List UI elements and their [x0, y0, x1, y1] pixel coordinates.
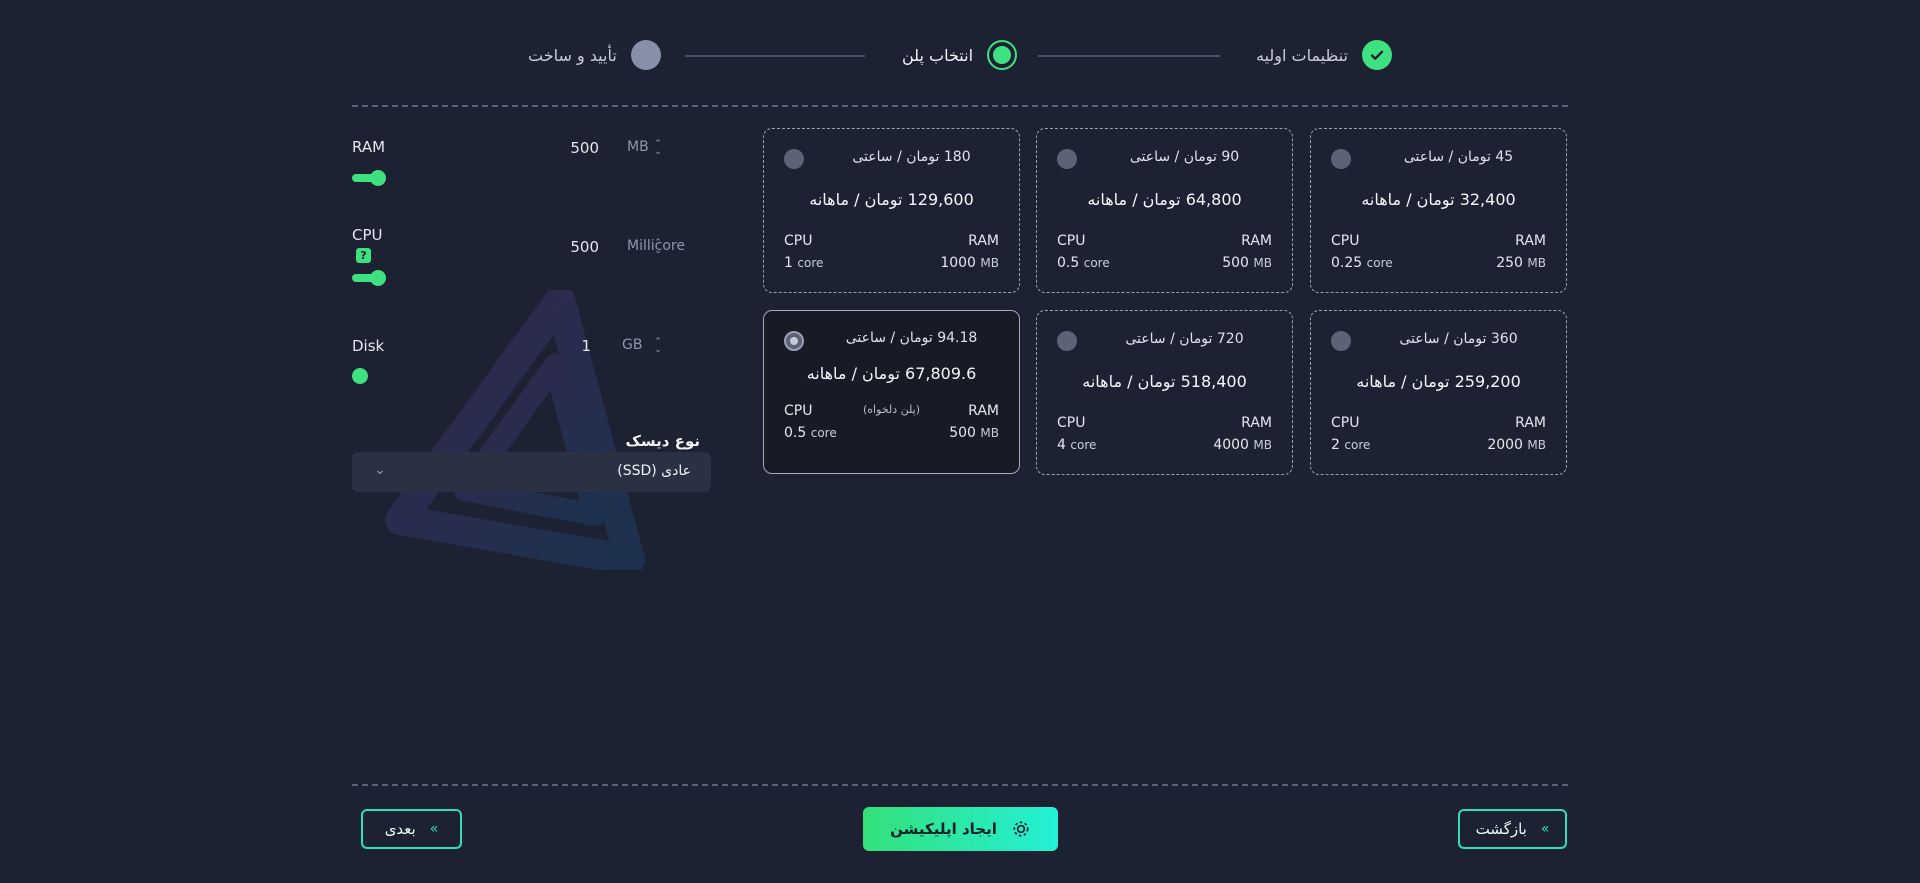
plan-radio[interactable]	[1331, 149, 1351, 169]
plan-ram-value: 4000 MB	[1213, 437, 1272, 453]
plan-card-custom[interactable]: 94.18 تومان / ساعتی 67,809.6 تومان / ماه…	[763, 310, 1020, 474]
disk-stepper-icon[interactable]: ⌃ ⌄	[652, 338, 664, 355]
plan-radio[interactable]	[784, 149, 804, 169]
plan-cpu-value: 0.5 core	[1057, 255, 1110, 271]
step-select-plan[interactable]: انتخاب پلن	[902, 40, 1018, 70]
check-icon	[1361, 40, 1392, 70]
plan-cpu-value: 2 core	[1331, 437, 1371, 453]
cpu-label: CPU	[352, 226, 383, 244]
cpu-input[interactable]: 500	[549, 238, 599, 256]
plan-ram-value: 2000 MB	[1487, 437, 1546, 453]
plan-cpu-value: 4 core	[1057, 437, 1097, 453]
plan-ram-value: 1000 MB	[940, 255, 999, 271]
plan-hourly-price: 94.18 تومان / ساعتی	[845, 330, 978, 346]
step-connector	[685, 55, 865, 57]
back-button-label: بازگشت	[1475, 820, 1527, 838]
plan-monthly-price: 518,400 تومان / ماهانه	[1082, 372, 1247, 391]
plan-ram-label: RAM	[968, 403, 999, 419]
step-label: تأیید و ساخت	[528, 45, 617, 65]
disk-slider[interactable]	[352, 368, 368, 384]
next-button[interactable]: بعدی «	[361, 809, 462, 849]
plan-hourly-price: 45 تومان / ساعتی	[1403, 149, 1514, 165]
create-app-button[interactable]: ایجاد اپلیکیشن	[863, 807, 1058, 851]
plan-ram-value: 500 MB	[949, 425, 999, 441]
pending-step-icon	[630, 40, 661, 70]
plan-ram-label: RAM	[1515, 415, 1546, 431]
plan-monthly-price: 64,800 تومان / ماهانه	[1087, 190, 1242, 209]
plan-ram-value: 250 MB	[1496, 255, 1546, 271]
ram-input[interactable]: 500	[549, 139, 599, 157]
ram-unit: MB	[627, 139, 649, 155]
plan-card[interactable]: 360 تومان / ساعتی 259,200 تومان / ماهانه…	[1310, 310, 1567, 475]
disk-unit: GB	[622, 337, 643, 353]
disk-type-select[interactable]: عادی (SSD) ⌄	[352, 452, 711, 492]
plan-radio[interactable]	[1057, 331, 1077, 351]
plan-radio[interactable]	[1331, 331, 1351, 351]
disk-type-value: عادی (SSD)	[617, 463, 691, 479]
step-label: تنظیمات اولیه	[1256, 45, 1348, 65]
step-initial-settings[interactable]: تنظیمات اولیه	[1256, 40, 1392, 70]
back-button[interactable]: بازگشت «	[1458, 809, 1567, 849]
plan-card[interactable]: 180 تومان / ساعتی 129,600 تومان / ماهانه…	[763, 128, 1020, 293]
chevron-down-icon: ⌄	[374, 462, 386, 478]
current-step-icon	[987, 40, 1018, 70]
cpu-slider[interactable]	[352, 270, 386, 286]
disk-label: Disk	[352, 337, 385, 355]
gear-icon	[1013, 821, 1029, 837]
plan-ram-label: RAM	[1515, 233, 1546, 249]
plan-card[interactable]: 45 تومان / ساعتی 32,400 تومان / ماهانه R…	[1310, 128, 1567, 293]
ram-label: RAM	[352, 138, 386, 156]
cpu-stepper-icon[interactable]: ⌃ ⌄	[652, 239, 664, 256]
plan-hourly-price: 720 تومان / ساعتی	[1125, 331, 1244, 347]
create-app-label: ایجاد اپلیکیشن	[890, 820, 997, 838]
next-button-label: بعدی	[384, 820, 416, 838]
plan-cpu-label: CPU	[784, 403, 813, 419]
plan-cpu-label: CPU	[1331, 233, 1360, 249]
plan-ram-value: 500 MB	[1222, 255, 1272, 271]
plan-hourly-price: 360 تومان / ساعتی	[1399, 331, 1518, 347]
plan-hourly-price: 180 تومان / ساعتی	[852, 149, 971, 165]
plan-monthly-price: 32,400 تومان / ماهانه	[1361, 190, 1516, 209]
plan-hourly-price: 90 تومان / ساعتی	[1129, 149, 1240, 165]
slider-handle[interactable]	[370, 170, 386, 186]
plan-monthly-price: 259,200 تومان / ماهانه	[1356, 372, 1521, 391]
slider-handle[interactable]	[370, 270, 386, 286]
plan-cpu-value: 0.25 core	[1331, 255, 1393, 271]
plan-monthly-price: 67,809.6 تومان / ماهانه	[806, 364, 977, 383]
plan-ram-label: RAM	[1241, 233, 1272, 249]
plan-cpu-label: CPU	[1331, 415, 1360, 431]
ram-slider[interactable]	[352, 170, 386, 186]
plan-cpu-value: 1 core	[784, 255, 824, 271]
plan-card[interactable]: 90 تومان / ساعتی 64,800 تومان / ماهانه R…	[1036, 128, 1293, 293]
disk-type-label: نوع دیسک	[625, 432, 700, 450]
ram-stepper-icon[interactable]: ⌃ ⌄	[652, 140, 664, 157]
logo-watermark-icon	[385, 290, 645, 570]
plan-cpu-value: 0.5 core	[784, 425, 837, 441]
help-icon[interactable]: ?	[356, 248, 371, 263]
plan-radio-selected[interactable]	[784, 331, 804, 351]
plan-cpu-label: CPU	[1057, 415, 1086, 431]
plan-ram-label: RAM	[968, 233, 999, 249]
plan-ram-label: RAM	[1241, 415, 1272, 431]
bottom-divider	[352, 784, 1568, 786]
disk-input[interactable]: 1	[541, 337, 591, 355]
top-divider	[352, 105, 1568, 107]
plan-cpu-label: CPU	[784, 233, 813, 249]
plan-cpu-label: CPU	[1057, 233, 1086, 249]
step-connector	[1038, 55, 1220, 57]
step-label: انتخاب پلن	[902, 45, 974, 65]
plan-radio[interactable]	[1057, 149, 1077, 169]
plan-monthly-price: 129,600 تومان / ماهانه	[809, 190, 974, 209]
double-chevron-left-icon: «	[429, 821, 439, 837]
step-confirm-build[interactable]: تأیید و ساخت	[528, 40, 661, 70]
plan-card[interactable]: 720 تومان / ساعتی 518,400 تومان / ماهانه…	[1036, 310, 1293, 475]
double-chevron-left-icon: «	[1540, 821, 1550, 837]
